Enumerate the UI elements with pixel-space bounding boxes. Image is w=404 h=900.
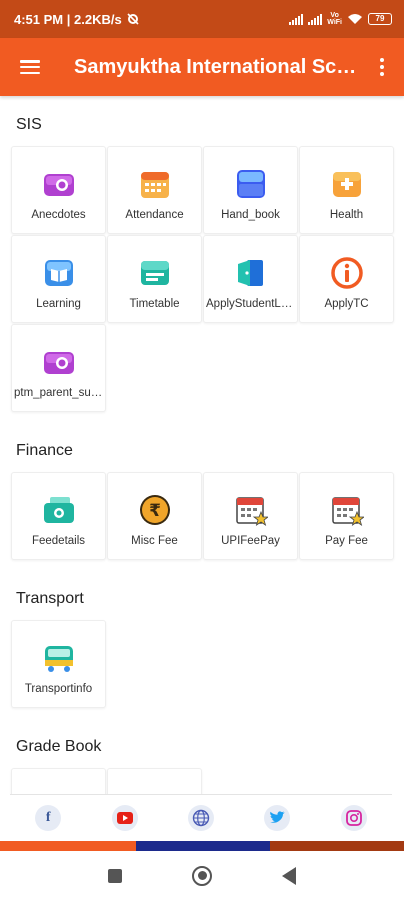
sync-settings-icon: [127, 13, 139, 25]
section-title-transport: Transport: [16, 590, 84, 607]
svg-text:₹: ₹: [149, 501, 161, 521]
tile-transportinfo[interactable]: Transportinfo: [11, 620, 106, 708]
open-book-icon: [44, 260, 73, 286]
tile-apply-tc[interactable]: ApplyTC: [299, 235, 394, 323]
vowifi-icon: Vo WiFi: [327, 12, 342, 26]
twitter-icon[interactable]: [264, 805, 291, 831]
section-title-grade-book: Grade Book: [16, 738, 102, 755]
recents-button[interactable]: [108, 868, 122, 883]
module-list[interactable]: SIS Anecdotes Attendance Hand_book Healt…: [0, 96, 404, 794]
social-links-bar: f: [10, 794, 392, 841]
more-options-button[interactable]: [360, 38, 404, 96]
cell-signal-2-icon: [308, 13, 323, 25]
tile-pay-fee[interactable]: Pay Fee: [299, 472, 394, 560]
tile-label: Anecdotes: [31, 209, 86, 221]
screen: 4:51 PM | 2.2KB/s Vo WiFi 79 Samyuktha In…: [0, 0, 404, 900]
battery-icon: 79: [368, 13, 392, 25]
tile-learning[interactable]: Learning: [11, 235, 106, 323]
tile-label: Hand_book: [221, 209, 280, 221]
tile-feedetails[interactable]: Feedetails: [11, 472, 106, 560]
calendar-star-icon: [331, 497, 364, 526]
tile-apply-student-leave[interactable]: ApplyStudentLeave: [203, 235, 298, 323]
tile-label: ApplyStudentLeave: [206, 298, 295, 310]
tile-label: Pay Fee: [325, 535, 368, 547]
tile-label: Misc Fee: [131, 535, 178, 547]
home-icon: [197, 871, 207, 880]
calendar-icon: [140, 172, 169, 198]
rupee-coin-icon: ₹: [139, 495, 170, 525]
tile-hand-book[interactable]: Hand_book: [203, 146, 298, 234]
tile-grade-book-1[interactable]: [11, 768, 106, 794]
more-vert-icon: [380, 58, 384, 62]
tile-label: Feedetails: [31, 535, 86, 547]
wallet-icon: [43, 497, 74, 523]
hamburger-icon: [20, 60, 40, 74]
tile-label: ApplyTC: [324, 298, 369, 310]
app-title: Samyuktha International School: [74, 55, 360, 78]
section-title-sis: SIS: [16, 116, 42, 133]
tile-label: Learning: [36, 298, 81, 310]
menu-button[interactable]: [0, 38, 60, 96]
system-nav-bar: [0, 851, 404, 900]
tile-upi-fee-pay[interactable]: UPIFeePay: [203, 472, 298, 560]
bus-icon: [44, 646, 73, 672]
info-icon: [330, 257, 363, 289]
youtube-icon[interactable]: [111, 805, 138, 831]
tile-attendance[interactable]: Attendance: [107, 146, 202, 234]
tile-label: Transportinfo: [24, 683, 93, 695]
tile-label: ptm_parent_survey: [14, 387, 103, 399]
brand-stripe: [0, 841, 404, 851]
tile-label: Attendance: [125, 209, 184, 221]
facebook-icon[interactable]: f: [35, 805, 62, 831]
tile-label: Health: [329, 209, 364, 221]
tile-timetable[interactable]: Timetable: [107, 235, 202, 323]
tile-grade-book-2[interactable]: [107, 768, 202, 794]
tile-anecdotes[interactable]: Anecdotes: [11, 146, 106, 234]
book-icon: [236, 170, 265, 198]
tile-label: UPIFeePay: [221, 535, 280, 547]
wifi-icon: [348, 14, 362, 24]
timetable-icon: [140, 261, 169, 285]
camera-icon: [43, 352, 74, 374]
instagram-icon[interactable]: [340, 805, 367, 831]
tile-health[interactable]: Health: [299, 146, 394, 234]
home-button[interactable]: [192, 865, 212, 886]
tile-label: Timetable: [129, 298, 180, 310]
calendar-star-icon: [235, 497, 268, 526]
app-bar: Samyuktha International School: [0, 38, 404, 96]
camera-icon: [43, 174, 74, 196]
section-title-finance: Finance: [16, 442, 73, 459]
tile-misc-fee[interactable]: ₹ Misc Fee: [107, 472, 202, 560]
status-bar: 4:51 PM | 2.2KB/s Vo WiFi 79: [0, 0, 404, 38]
first-aid-icon: [332, 172, 361, 197]
tile-ptm-parent-survey[interactable]: ptm_parent_survey: [11, 324, 106, 412]
back-button[interactable]: [282, 866, 296, 885]
cell-signal-icon: [289, 13, 304, 25]
door-exit-icon: [237, 260, 263, 286]
status-time-speed: 4:51 PM | 2.2KB/s: [14, 11, 122, 27]
globe-icon[interactable]: [187, 805, 214, 831]
